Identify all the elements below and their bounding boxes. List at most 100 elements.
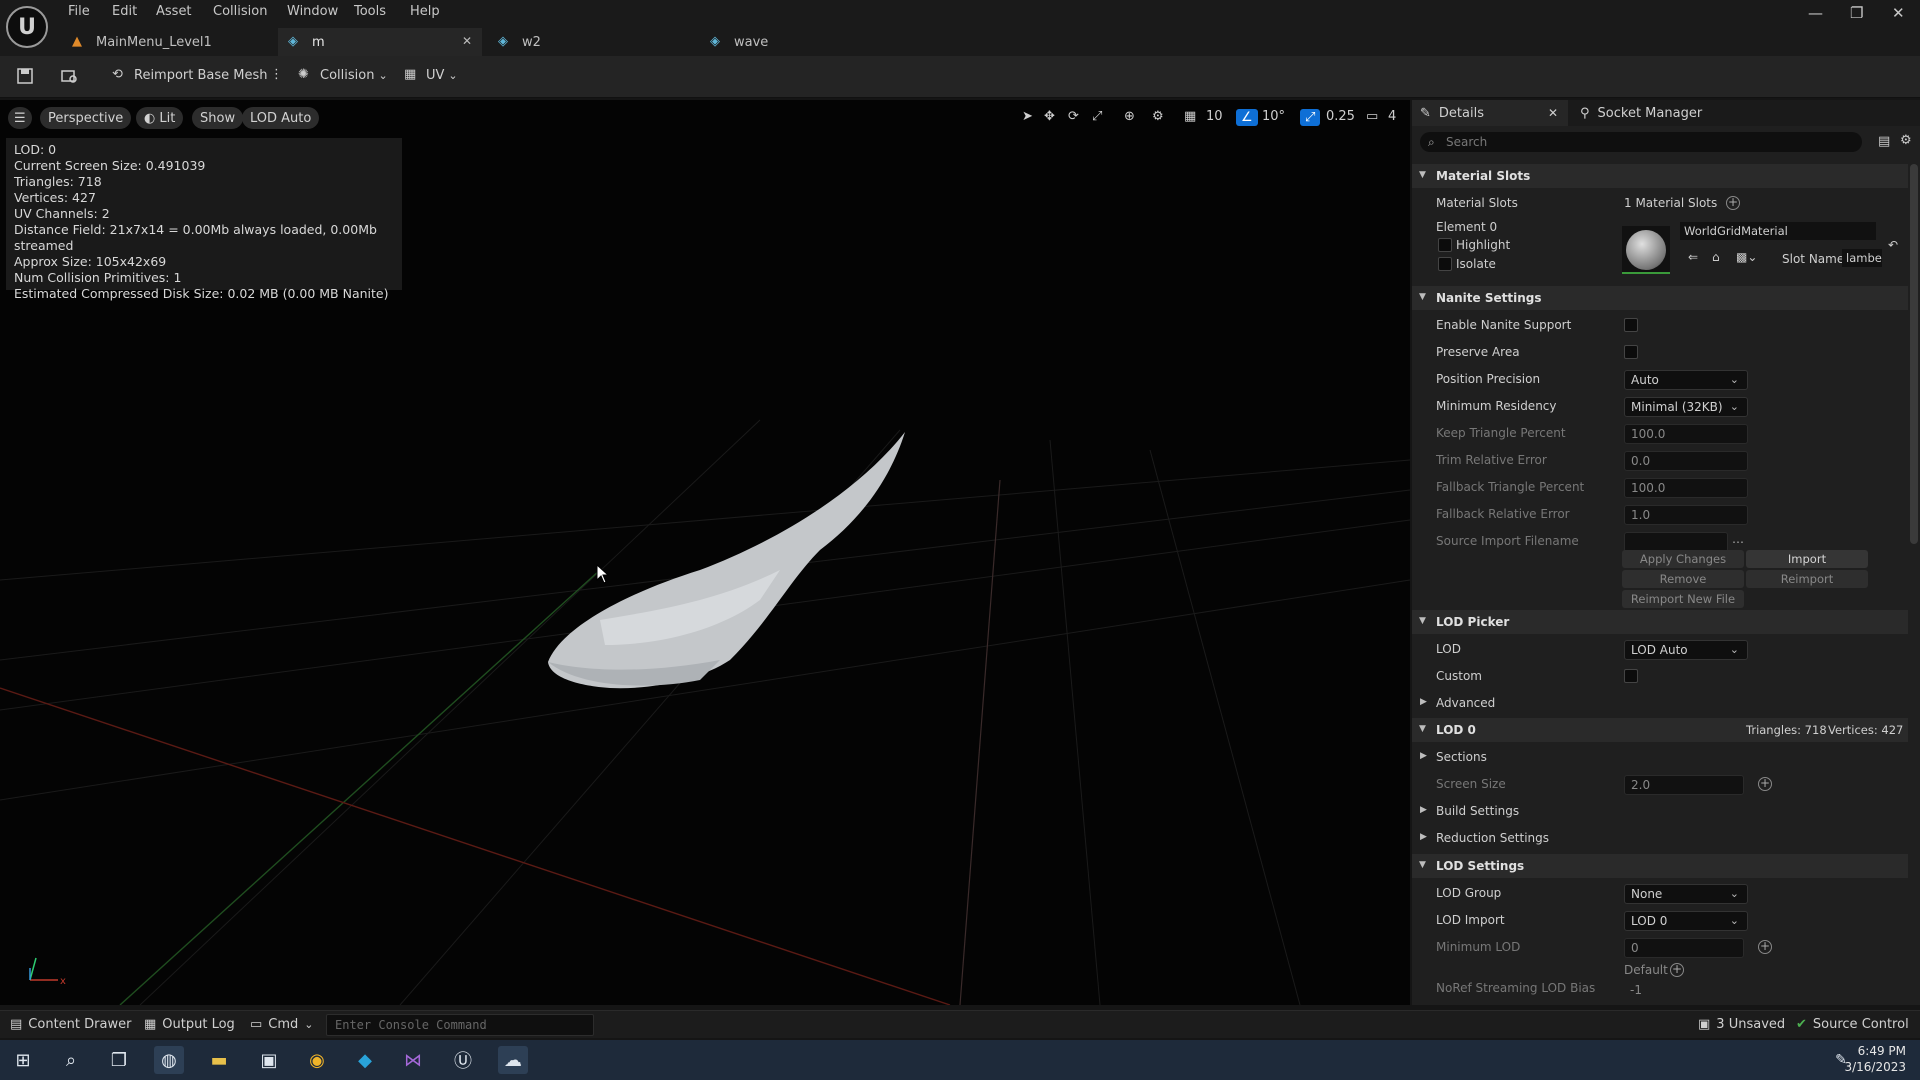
reimport-button[interactable]: Reimport [1746,570,1868,588]
import-button[interactable]: Import [1746,550,1868,568]
advanced-expander[interactable]: ▶ Advanced [1412,690,1908,716]
minimum-residency-dropdown[interactable]: Minimal (32KB) ⌄ [1624,397,1748,417]
camera-speed-value[interactable]: 4 [1388,109,1396,124]
noref-value[interactable]: -1 [1630,983,1642,997]
store-icon[interactable]: ▣ [254,1046,284,1074]
viewport-menu-icon[interactable]: ☰ [8,107,32,129]
isolate-checkbox[interactable] [1438,257,1452,271]
save-icon[interactable] [16,67,34,85]
angle-snap-value[interactable]: 10° [1262,109,1285,124]
lit-button[interactable]: ◐ Lit [136,107,184,129]
details-scrollbar[interactable] [1910,164,1918,544]
content-drawer-button[interactable]: ▤ Content Drawer [10,1017,131,1032]
visual-studio-icon[interactable]: ⋈ [398,1046,428,1074]
close-tab-icon[interactable]: ✕ [1548,106,1558,120]
trim-error-field[interactable]: 0.0 [1624,451,1748,471]
browse-icon[interactable]: ⌂ [1712,250,1720,264]
tab-socket-manager[interactable]: ⚲ Socket Manager [1572,100,1772,126]
settings-gear-icon[interactable]: ⚙ [1900,133,1912,148]
screen-size-field[interactable]: 2.0 [1624,775,1744,795]
cmd-dropdown[interactable]: ▭ Cmd ⌄ [250,1017,314,1032]
menu-file[interactable]: File [68,4,90,19]
custom-checkbox[interactable] [1624,669,1638,683]
menu-help[interactable]: Help [410,4,440,19]
enable-nanite-checkbox[interactable] [1624,318,1638,332]
minimum-lod-field[interactable]: 0 [1624,938,1744,958]
lod-import-dropdown[interactable]: LOD 0 ⌄ [1624,911,1748,931]
search-icon[interactable]: ⌕ [56,1046,86,1074]
menu-collision[interactable]: Collision [213,4,267,19]
scale-icon[interactable]: ⤢ [1092,109,1102,124]
file-explorer-icon[interactable]: ▬ [204,1046,234,1074]
mesh-viewport[interactable]: x ☰ Perspective ◐ Lit Show LOD Auto LOD:… [0,100,1410,1005]
perspective-button[interactable]: Perspective [40,107,132,129]
category-nanite-settings[interactable]: ▼ Nanite Settings [1412,286,1908,310]
build-settings-expander[interactable]: ▶ Build Settings [1412,798,1908,824]
console-input[interactable]: Enter Console Command [326,1014,594,1036]
tab-w2[interactable]: ◈ w2 [488,28,700,56]
tab-wave[interactable]: ◈ wave [700,28,912,56]
material-asset-field[interactable]: WorldGridMaterial [1680,222,1876,240]
unreal-engine-icon[interactable]: Ⓤ [448,1046,478,1074]
more-icon[interactable]: … [1732,532,1744,546]
chrome-icon[interactable]: ◉ [302,1046,332,1074]
camera-speed-icon[interactable]: ▭ [1366,109,1378,124]
translate-icon[interactable]: ✥ [1044,109,1055,124]
sections-expander[interactable]: ▶ Sections [1412,744,1908,770]
grid-snap-icon[interactable]: ▦ [1184,109,1196,124]
uv-dropdown[interactable]: ▦ UV ⌄ [404,67,458,83]
reset-icon[interactable]: ↶ [1888,238,1898,252]
menu-tools[interactable]: Tools [354,4,386,19]
tab-mainmenu-level1[interactable]: ▲ MainMenu_Level1 [62,28,274,56]
select-mode-icon[interactable]: ➤ [1022,109,1033,124]
add-platform-override-icon[interactable]: + [1758,777,1772,791]
highlight-checkbox[interactable] [1438,238,1452,252]
source-control-button[interactable]: ✔ Source Control [1796,1017,1909,1032]
add-platform-override-icon[interactable]: + [1670,963,1684,977]
edge-browser-icon[interactable]: ◍ [154,1046,184,1074]
texture-icon[interactable]: ▩⌄ [1736,250,1757,264]
category-lod0[interactable]: ▼ LOD 0 Triangles: 718 Vertices: 427 [1412,718,1908,742]
more-options-icon[interactable]: ⋮ [270,67,283,82]
task-view-icon[interactable]: ❐ [104,1046,134,1074]
tab-m[interactable]: ◈ m ✕ [278,28,482,56]
position-precision-dropdown[interactable]: Auto ⌄ [1624,370,1748,390]
reduction-settings-expander[interactable]: ▶ Reduction Settings [1412,825,1908,851]
use-selected-icon[interactable]: ⇐ [1688,250,1698,264]
category-material-slots[interactable]: ▼ Material Slots [1412,164,1908,188]
lod-auto-button[interactable]: LOD Auto [242,107,320,129]
restore-icon[interactable]: ❐ [1850,4,1863,22]
grid-snap-value[interactable]: 10 [1206,109,1223,124]
preserve-area-checkbox[interactable] [1624,345,1638,359]
rotate-icon[interactable]: ⟳ [1068,109,1079,124]
unreal-logo-icon[interactable]: U [6,6,48,48]
world-local-icon[interactable]: ⊕ [1124,109,1135,124]
menu-asset[interactable]: Asset [156,4,192,19]
menu-edit[interactable]: Edit [112,4,137,19]
category-lod-picker[interactable]: ▼ LOD Picker [1412,610,1908,634]
unsaved-button[interactable]: ▣ 3 Unsaved [1698,1017,1785,1032]
tab-details[interactable]: ✎ Details ✕ [1412,100,1568,126]
surface-snap-icon[interactable]: ⚙ [1152,109,1164,124]
show-button[interactable]: Show [192,107,244,129]
lod-dropdown[interactable]: LOD Auto ⌄ [1624,640,1748,660]
scale-snap-value[interactable]: 0.25 [1326,109,1355,124]
browse-asset-icon[interactable] [60,67,78,85]
start-windows-icon[interactable]: ⊞ [8,1046,38,1074]
source-import-field[interactable] [1624,532,1728,552]
angle-snap-icon[interactable]: ∠ [1236,109,1258,126]
minimize-icon[interactable]: — [1808,4,1823,22]
unreal-editor-icon[interactable]: ☁ [498,1046,528,1074]
category-lod-settings[interactable]: ▼ LOD Settings [1412,854,1908,878]
keep-triangle-field[interactable]: 100.0 [1624,424,1748,444]
material-thumbnail[interactable] [1622,226,1670,274]
reimport-base-mesh-button[interactable]: ⟲ Reimport Base Mesh [112,67,268,83]
output-log-button[interactable]: ▦ Output Log [144,1017,235,1032]
lod-group-dropdown[interactable]: None ⌄ [1624,884,1748,904]
apply-changes-button[interactable]: Apply Changes [1622,550,1744,568]
app-icon[interactable]: ◆ [350,1046,380,1074]
fallback-error-field[interactable]: 1.0 [1624,505,1748,525]
slot-name-input[interactable]: lambe [1842,249,1882,267]
remove-button[interactable]: Remove [1622,570,1744,588]
collision-dropdown[interactable]: ✺ Collision ⌄ [298,67,388,83]
